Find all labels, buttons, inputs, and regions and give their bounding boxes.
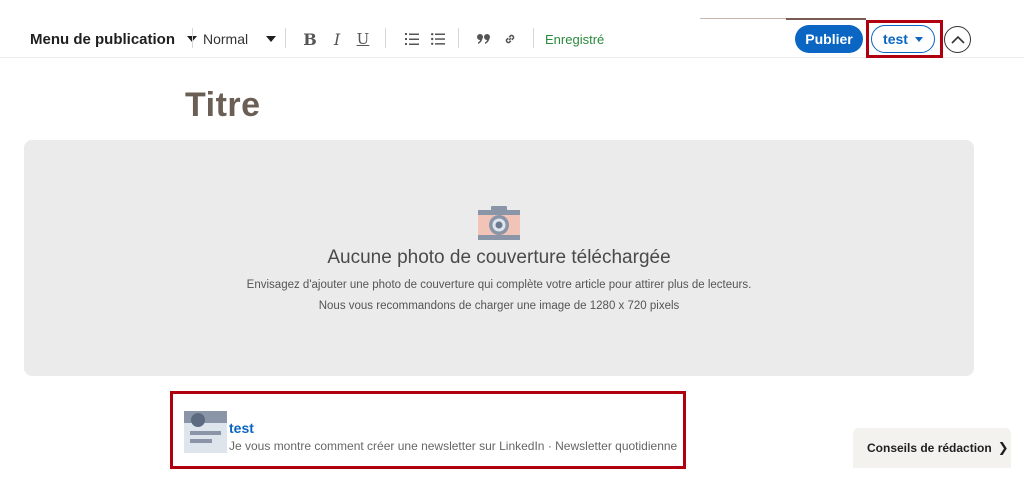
newsletter-name-link[interactable]: test <box>229 420 254 436</box>
toolbar-divider <box>385 28 386 48</box>
cover-heading: Aucune photo de couverture téléchargée <box>327 247 671 268</box>
newsletter-description: Je vous montre comment créer une newslet… <box>229 439 678 453</box>
chevron-up-icon <box>950 35 965 44</box>
saved-status: Enregistré <box>545 31 605 47</box>
toolbar-divider <box>533 28 534 48</box>
italic-button[interactable]: I <box>327 20 347 58</box>
toolbar-divider <box>458 28 459 48</box>
chevron-right-icon: ❯ <box>997 440 1009 455</box>
collapse-toolbar-button[interactable] <box>944 26 971 53</box>
camera-icon <box>478 206 520 240</box>
underline-button[interactable]: U <box>353 20 373 58</box>
link-icon <box>505 34 515 44</box>
link-button[interactable] <box>500 20 520 58</box>
bold-button[interactable]: B <box>300 20 320 58</box>
newsletter-thumbnail-icon <box>184 411 227 453</box>
cover-hint: Envisagez d'ajouter une photo de couvert… <box>246 279 752 291</box>
quote-button[interactable] <box>474 20 494 58</box>
bulleted-list-icon <box>431 33 445 45</box>
publishing-menu-dropdown[interactable]: Menu de publication <box>30 20 197 58</box>
text-style-value: Normal <box>203 31 249 47</box>
toolbar-divider <box>192 28 193 48</box>
toolbar-divider <box>285 28 286 48</box>
article-title-input[interactable]: Titre <box>185 86 261 125</box>
writing-tips-button[interactable]: Conseils de rédaction ❯ <box>853 428 1011 468</box>
publishing-menu-label: Menu de publication <box>30 30 175 48</box>
cover-size-hint: Nous vous recommandons de charger une im… <box>318 300 680 312</box>
chevron-down-icon <box>266 36 277 42</box>
bulleted-list-button[interactable] <box>428 20 448 58</box>
numbered-list-icon <box>405 33 419 45</box>
writing-tips-label: Conseils de rédaction <box>867 441 992 455</box>
numbered-list-button[interactable] <box>402 20 422 58</box>
publish-button[interactable]: Publier <box>795 25 863 53</box>
highlight-box-author <box>866 20 943 58</box>
text-style-select[interactable]: Normal <box>203 20 277 58</box>
quote-icon <box>477 34 490 44</box>
